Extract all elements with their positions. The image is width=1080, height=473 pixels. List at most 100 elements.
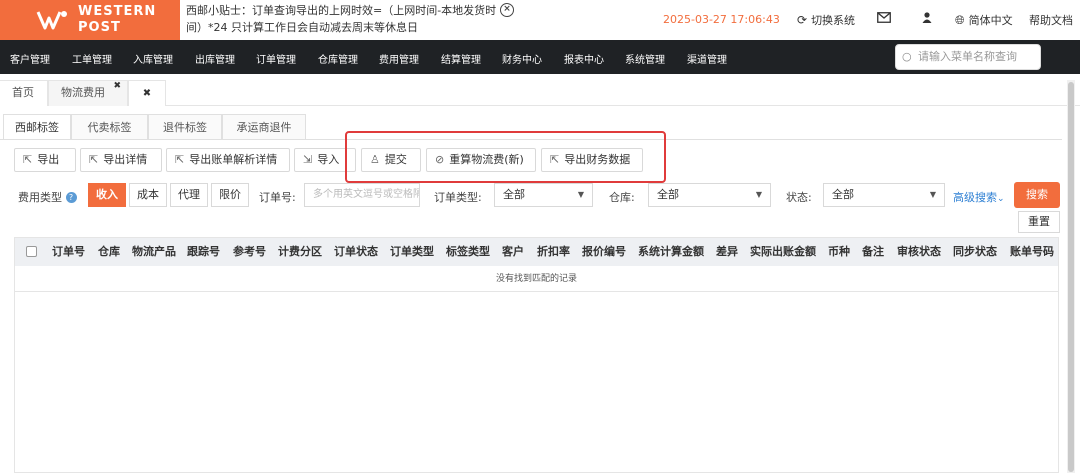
mail-button[interactable]	[877, 12, 891, 25]
nav-item-inbound[interactable]: 入库管理	[133, 51, 173, 66]
notice-line-2: 间）*24 只计算工作日会自动减去周末等休息日	[186, 21, 418, 34]
logo[interactable]: WESTERN POST	[0, 0, 180, 40]
caret-down-icon: ▼	[577, 190, 584, 199]
notice-line-1: 西邮小贴士：订单查询导出的上网时效=（上网时间-本地发货时	[186, 4, 497, 17]
menu-search-input[interactable]: ○ 请输入菜单名称查询	[895, 44, 1041, 70]
search-icon: ○	[902, 50, 912, 63]
tab-logistics-fee-label: 物流费用	[61, 86, 105, 99]
top-header: WESTERN POST 西邮小贴士：订单查询导出的上网时效=（上网时间-本地发…	[0, 0, 1080, 40]
close-notice-icon[interactable]: ×	[500, 3, 514, 17]
tab-logistics-fee[interactable]: 物流费用 ✖	[48, 80, 128, 106]
order-no-input[interactable]: 多个用英文逗号或空格隔开	[304, 183, 420, 207]
switch-system-button[interactable]: ⟳ 切换系统	[797, 12, 855, 28]
order-no-label: 订单号:	[259, 191, 296, 204]
fee-type-cost[interactable]: 成本	[129, 183, 167, 207]
col-billing-zone[interactable]: 计费分区	[278, 238, 322, 266]
highlight-annotation	[345, 131, 666, 183]
fee-table: 订单号 仓库 物流产品 跟踪号 参考号 计费分区 订单状态 订单类型 标签类型 …	[14, 237, 1059, 473]
col-order-no[interactable]: 订单号	[52, 238, 85, 266]
col-difference[interactable]: 差异	[716, 238, 738, 266]
col-currency[interactable]: 币种	[828, 238, 850, 266]
export-label: 导出	[37, 153, 60, 166]
menu-search-placeholder: 请输入菜单名称查询	[918, 50, 1017, 63]
subtab-consignment-label[interactable]: 代卖标签	[71, 114, 148, 140]
help-icon[interactable]: ?	[65, 192, 77, 203]
help-docs-link[interactable]: 帮助文档	[1029, 12, 1073, 28]
logo-text-primary: WESTERN	[78, 4, 157, 19]
col-quote-no[interactable]: 报价编号	[582, 238, 626, 266]
export-icon: ⇱	[89, 153, 99, 166]
advanced-search-toggle[interactable]: 高级搜索⌄	[953, 189, 1005, 205]
chevron-down-icon: ⌄	[997, 194, 1005, 204]
user-icon	[922, 12, 932, 23]
nav-item-order[interactable]: 订单管理	[256, 51, 296, 66]
logo-text-secondary: POST	[78, 20, 121, 35]
export-detail-label: 导出详情	[103, 153, 148, 166]
col-reference-no[interactable]: 参考号	[233, 238, 266, 266]
select-all-checkbox[interactable]	[26, 246, 37, 257]
nav-item-workorder[interactable]: 工单管理	[72, 51, 112, 66]
warehouse-select[interactable]: 全部 ▼	[648, 183, 771, 207]
warehouse-label: 仓库:	[609, 191, 635, 204]
fee-type-income[interactable]: 收入	[88, 183, 126, 207]
subtab-western-post-label[interactable]: 西邮标签	[3, 114, 71, 140]
mail-icon	[877, 12, 891, 23]
scrollbar-thumb[interactable]	[1068, 82, 1074, 472]
close-tab-icon[interactable]: ✖	[113, 74, 121, 98]
nav-item-outbound[interactable]: 出库管理	[195, 51, 235, 66]
current-datetime: 2025-03-27 17:06:43	[663, 13, 780, 26]
refresh-icon: ⟳	[797, 13, 808, 27]
caret-down-icon: ▼	[929, 190, 936, 199]
fee-type-limit[interactable]: 限价	[211, 183, 249, 207]
status-select[interactable]: 全部 ▼	[823, 183, 945, 207]
fee-type-label-text: 费用类型	[18, 191, 62, 204]
nav-item-system[interactable]: 系统管理	[625, 51, 665, 66]
subtab-carrier-return[interactable]: 承运商退件	[222, 114, 306, 140]
col-discount-rate[interactable]: 折扣率	[537, 238, 570, 266]
export-icon: ⇱	[23, 153, 33, 166]
table-header: 订单号 仓库 物流产品 跟踪号 参考号 计费分区 订单状态 订单类型 标签类型 …	[15, 238, 1058, 266]
logo-mark-icon	[36, 11, 67, 30]
col-sync-status[interactable]: 同步状态	[953, 238, 997, 266]
tab-home[interactable]: 首页	[0, 80, 48, 106]
nav-item-warehouse[interactable]: 仓库管理	[318, 51, 358, 66]
status-value: 全部	[832, 188, 854, 201]
export-icon: ⇱	[175, 153, 185, 166]
search-button[interactable]: 搜索	[1014, 182, 1060, 208]
nav-item-finance[interactable]: 财务中心	[502, 51, 542, 66]
col-customer[interactable]: 客户	[502, 238, 524, 266]
col-logistics-product[interactable]: 物流产品	[132, 238, 176, 266]
fee-type-label: 费用类型 ?	[18, 189, 77, 205]
col-warehouse[interactable]: 仓库	[98, 238, 120, 266]
nav-item-report[interactable]: 报表中心	[564, 51, 604, 66]
language-selector[interactable]: 🌐︎ 简体中文	[955, 12, 1013, 28]
warehouse-value: 全部	[657, 188, 679, 201]
order-type-select[interactable]: 全部 ▼	[494, 183, 593, 207]
nav-item-channel[interactable]: 渠道管理	[687, 51, 727, 66]
col-order-type[interactable]: 订单类型	[390, 238, 434, 266]
subtab-return-label[interactable]: 退件标签	[148, 114, 222, 140]
nav-item-fee[interactable]: 费用管理	[379, 51, 419, 66]
nav-item-settlement[interactable]: 结算管理	[441, 51, 481, 66]
export-bill-detail-label: 导出账单解析详情	[189, 153, 278, 166]
nav-item-customer[interactable]: 客户管理	[10, 51, 50, 66]
import-label: 导入	[317, 153, 340, 166]
export-bill-detail-button[interactable]: ⇱ 导出账单解析详情	[166, 148, 290, 172]
col-label-type[interactable]: 标签类型	[446, 238, 490, 266]
col-audit-status[interactable]: 审核状态	[897, 238, 941, 266]
page-scrollbar[interactable]	[1067, 80, 1075, 473]
fee-type-agent[interactable]: 代理	[170, 183, 208, 207]
reset-button[interactable]: 重置	[1018, 211, 1060, 233]
col-remark[interactable]: 备注	[862, 238, 884, 266]
export-button[interactable]: ⇱ 导出	[14, 148, 76, 172]
col-system-amount[interactable]: 系统计算金额	[638, 238, 704, 266]
user-button[interactable]	[922, 12, 932, 25]
close-all-tabs-button[interactable]: ✖	[128, 80, 166, 106]
col-actual-amount[interactable]: 实际出账金额	[750, 238, 816, 266]
tips-notice: 西邮小贴士：订单查询导出的上网时效=（上网时间-本地发货时 间）*24 只计算工…	[186, 2, 506, 36]
col-order-status[interactable]: 订单状态	[334, 238, 378, 266]
advanced-search-label: 高级搜索	[953, 191, 997, 204]
export-detail-button[interactable]: ⇱ 导出详情	[80, 148, 162, 172]
col-tracking-no[interactable]: 跟踪号	[187, 238, 220, 266]
col-bill-no[interactable]: 账单号码	[1010, 238, 1054, 266]
